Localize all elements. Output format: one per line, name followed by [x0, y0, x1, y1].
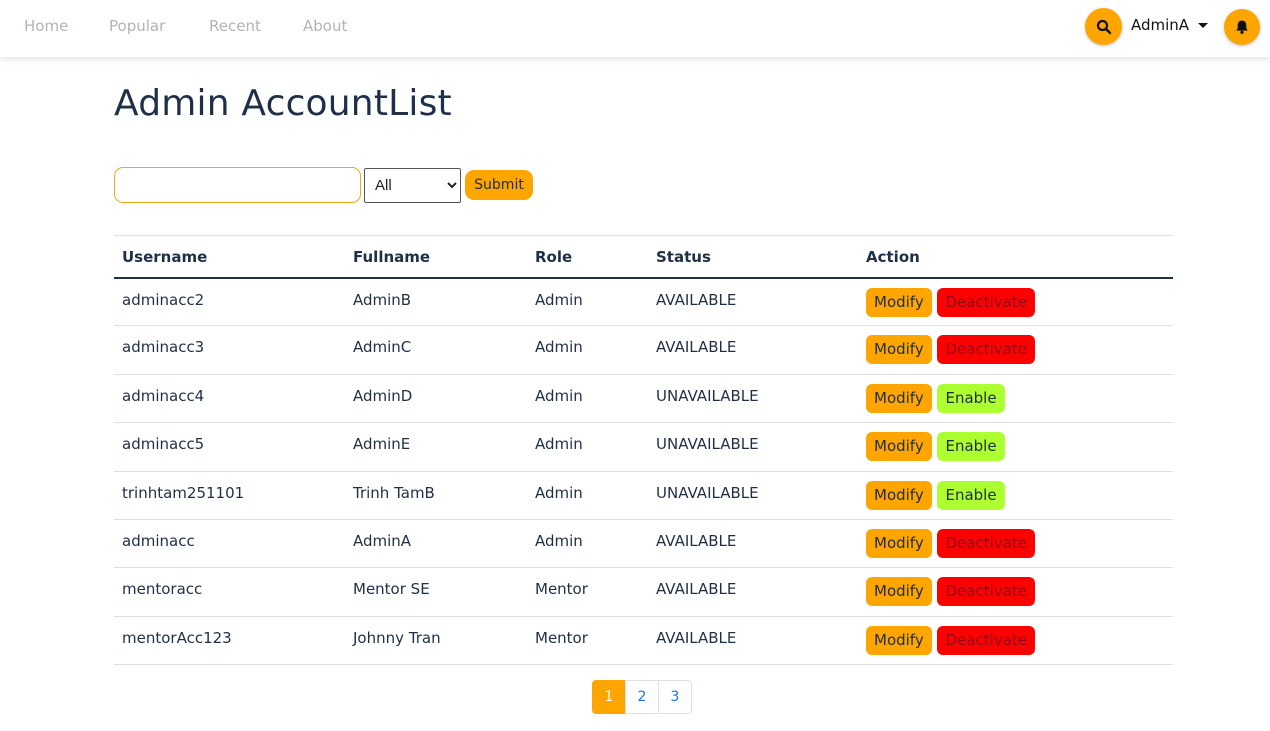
modify-button[interactable]: Modify	[866, 625, 932, 655]
header-role: Role	[527, 235, 648, 279]
cell-status: UNAVAILABLE	[648, 422, 858, 472]
page-button-2[interactable]: 2	[625, 680, 659, 714]
deactivate-button[interactable]: Deactivate	[937, 528, 1035, 558]
cell-role: Admin	[527, 422, 648, 472]
cell-username: adminacc5	[114, 422, 345, 472]
cell-action: Modify Deactivate	[858, 616, 1173, 666]
cell-fullname: Trinh TamB	[345, 471, 527, 520]
modify-button[interactable]: Modify	[866, 287, 932, 317]
cell-role: Mentor	[527, 567, 648, 617]
modify-button[interactable]: Modify	[866, 335, 932, 365]
page-button-1[interactable]: 1	[592, 680, 626, 714]
cell-fullname: AdminE	[345, 422, 527, 472]
cell-username: adminacc3	[114, 325, 345, 375]
cell-username: mentorAcc123	[114, 616, 345, 666]
modify-button[interactable]: Modify	[866, 577, 932, 607]
cell-action: Modify Deactivate	[858, 567, 1173, 617]
search-button[interactable]	[1085, 8, 1122, 45]
table-row: adminacc3 AdminC Admin AVAILABLE Modify …	[114, 325, 1173, 375]
table-row: adminacc2 AdminB Admin AVAILABLE Modify …	[114, 277, 1173, 327]
cell-fullname: AdminB	[345, 277, 527, 327]
cell-action: Modify Deactivate	[858, 277, 1173, 327]
submit-button[interactable]: Submit	[465, 170, 533, 200]
cell-status: AVAILABLE	[648, 277, 858, 327]
cell-status: AVAILABLE	[648, 519, 858, 569]
pagination: 1 2 3	[592, 680, 692, 714]
nav-link-popular[interactable]: Popular	[109, 17, 165, 35]
cell-username: mentoracc	[114, 567, 345, 617]
table-row: adminacc4 AdminD Admin UNAVAILABLE Modif…	[114, 374, 1173, 424]
cell-username: adminacc	[114, 519, 345, 569]
modify-button[interactable]: Modify	[866, 480, 932, 510]
cell-status: AVAILABLE	[648, 567, 858, 617]
cell-username: adminacc2	[114, 277, 345, 327]
table-row: adminacc AdminA Admin AVAILABLE Modify D…	[114, 519, 1173, 569]
cell-username: adminacc4	[114, 374, 345, 424]
search-input[interactable]	[114, 167, 361, 203]
nav-link-about[interactable]: About	[303, 17, 347, 35]
top-navbar: Home Popular Recent About AdminA	[0, 0, 1270, 57]
cell-role: Admin	[527, 471, 648, 520]
page-button-3[interactable]: 3	[658, 680, 692, 714]
caret-down-icon	[1198, 22, 1209, 28]
user-name: AdminA	[1131, 16, 1190, 34]
table-row: mentorAcc123 Johnny Tran Mentor AVAILABL…	[114, 616, 1173, 666]
table-row: adminacc5 AdminE Admin UNAVAILABLE Modif…	[114, 422, 1173, 472]
accounts-table: Username Fullname Role Status Action adm…	[114, 235, 1173, 666]
deactivate-button[interactable]: Deactivate	[937, 625, 1035, 655]
table-row: trinhtam251101 Trinh TamB Admin UNAVAILA…	[114, 471, 1173, 520]
cell-fullname: AdminA	[345, 519, 527, 569]
nav-link-home[interactable]: Home	[24, 17, 68, 35]
cell-fullname: Johnny Tran	[345, 616, 527, 666]
cell-role: Admin	[527, 519, 648, 569]
bell-icon	[1236, 20, 1248, 34]
deactivate-button[interactable]: Deactivate	[937, 287, 1035, 317]
modify-button[interactable]: Modify	[866, 528, 932, 558]
table-row: mentoracc Mentor SE Mentor AVAILABLE Mod…	[114, 567, 1173, 617]
table-header-row: Username Fullname Role Status Action	[114, 235, 1173, 279]
enable-button[interactable]: Enable	[937, 480, 1005, 510]
enable-button[interactable]: Enable	[937, 432, 1005, 462]
cell-fullname: Mentor SE	[345, 567, 527, 617]
cell-fullname: AdminC	[345, 325, 527, 375]
cell-role: Admin	[527, 325, 648, 375]
page-title: Admin AccountList	[114, 83, 452, 124]
enable-button[interactable]: Enable	[937, 383, 1005, 413]
cell-fullname: AdminD	[345, 374, 527, 424]
cell-status: AVAILABLE	[648, 616, 858, 666]
header-fullname: Fullname	[345, 235, 527, 279]
deactivate-button[interactable]: Deactivate	[937, 577, 1035, 607]
header-status: Status	[648, 235, 858, 279]
notifications-button[interactable]	[1224, 9, 1260, 45]
search-icon	[1096, 19, 1111, 34]
cell-status: UNAVAILABLE	[648, 471, 858, 520]
modify-button[interactable]: Modify	[866, 432, 932, 462]
cell-status: UNAVAILABLE	[648, 374, 858, 424]
role-filter-select[interactable]: All	[364, 168, 461, 203]
header-username: Username	[114, 235, 345, 279]
cell-username: trinhtam251101	[114, 471, 345, 520]
cell-status: AVAILABLE	[648, 325, 858, 375]
nav-link-recent[interactable]: Recent	[209, 17, 261, 35]
cell-action: Modify Deactivate	[858, 519, 1173, 569]
cell-action: Modify Enable	[858, 374, 1173, 424]
cell-role: Admin	[527, 374, 648, 424]
cell-role: Admin	[527, 277, 648, 327]
cell-action: Modify Enable	[858, 471, 1173, 520]
cell-action: Modify Enable	[858, 422, 1173, 472]
header-action: Action	[858, 235, 1173, 279]
cell-action: Modify Deactivate	[858, 325, 1173, 375]
modify-button[interactable]: Modify	[866, 383, 932, 413]
user-menu-dropdown[interactable]: AdminA	[1131, 16, 1209, 34]
deactivate-button[interactable]: Deactivate	[937, 335, 1035, 365]
cell-role: Mentor	[527, 616, 648, 666]
